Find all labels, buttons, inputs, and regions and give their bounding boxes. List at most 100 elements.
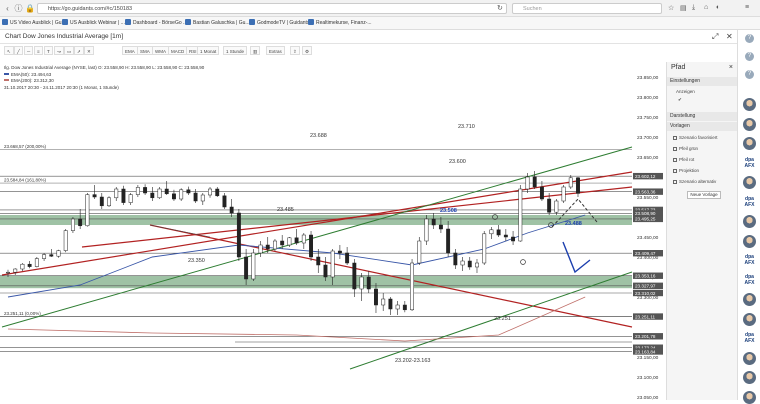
path-tool-button[interactable]: ↝ [54, 46, 64, 55]
url-input[interactable]: https://go.guidants.com/#c/150183 [37, 3, 507, 14]
settings-icon[interactable]: ⚙ [302, 46, 313, 55]
candle-body [215, 188, 220, 197]
bookmark-item[interactable]: GodmodeTV | Guidants [249, 19, 309, 28]
candle-body [49, 254, 54, 257]
templates-section[interactable]: Vorlagen [667, 122, 737, 131]
dpa-news-icon[interactable]: dpa AFX [742, 332, 757, 345]
candle-body [42, 254, 47, 259]
price-level-label: 23.163,84 [635, 349, 656, 354]
dpa-news-icon[interactable]: dpa AFX [742, 254, 757, 267]
chart-type-button[interactable]: ▥ [250, 46, 261, 55]
template-item[interactable]: Szenario alternativ [673, 178, 716, 186]
price-level-label: 23.327,97 [635, 284, 656, 289]
line-tool-button[interactable]: ╱ [14, 46, 23, 55]
bookmark-favicon-icon [62, 19, 68, 25]
settings-section[interactable]: Einstellungen [667, 77, 737, 86]
display-label: Anzeigen [676, 89, 695, 94]
delete-tool-button[interactable]: ✕ [84, 46, 94, 55]
candle-body [503, 234, 508, 238]
annotation-label: 23.508 [440, 208, 457, 214]
fibonacci-tool-button[interactable]: ≡ [34, 46, 43, 55]
help-icon[interactable]: ? [745, 34, 754, 43]
author-avatar[interactable] [743, 312, 756, 326]
bookmark-item[interactable]: US Ausblick Webinar | ... [62, 19, 125, 28]
author-avatar[interactable] [743, 293, 756, 306]
annotation-label: 23.688 [310, 133, 327, 139]
candle-body [417, 240, 422, 264]
bookmark-favicon-icon [249, 19, 255, 25]
template-item[interactable]: Szenario favorisiert [673, 134, 718, 142]
candle-body [244, 256, 249, 280]
star-icon[interactable]: ☆ [668, 4, 674, 12]
interval-select[interactable]: 1 Stunde [223, 46, 248, 55]
new-template-button[interactable]: Neue Vorlage [687, 191, 721, 199]
info-icon[interactable]: ⓘ [14, 4, 23, 13]
bookmark-item[interactable]: US Video Ausblick | Gu... [2, 19, 66, 28]
bookmark-item[interactable]: Dashboard - BörseGo ... [125, 19, 187, 28]
period-select[interactable]: 1 Monat [197, 46, 220, 55]
price-tick-label: 23.750,00 [637, 115, 659, 121]
help-icon[interactable]: ? [745, 70, 754, 79]
candle-body [316, 256, 321, 266]
library-icon[interactable]: ▤ [680, 4, 687, 12]
chart-canvas[interactable]: 23.668,57 (200,00%) 23.584,84 (161,80%) 23… [0, 57, 666, 400]
macd-button[interactable]: MACD [168, 46, 188, 55]
candle-body [482, 233, 487, 264]
dpa-news-icon[interactable]: dpa AFX [742, 157, 757, 170]
author-avatar[interactable] [743, 98, 756, 111]
menu-icon[interactable]: ≡ [745, 4, 749, 11]
close-icon[interactable]: ✕ [726, 32, 733, 41]
help-icon[interactable]: ? [745, 52, 754, 61]
candle-body [114, 188, 119, 199]
price-chart[interactable]: 23.668,57 (200,00%) 23.584,84 (161,80%) 23… [0, 57, 666, 400]
reload-icon[interactable]: ↻ [497, 4, 503, 12]
author-avatar[interactable] [743, 371, 756, 384]
dpa-news-icon[interactable]: dpa AFX [742, 196, 757, 209]
dpa-news-icon[interactable]: dpa AFX [742, 274, 757, 287]
chart-title: Chart Dow Jones Industrial Average [1m] [5, 33, 124, 40]
expand-icon[interactable]: ⤢ [712, 32, 718, 42]
download-icon[interactable]: ⤓ [692, 4, 695, 12]
panel-close-icon[interactable]: × [729, 64, 733, 71]
home-icon[interactable]: ⌂ [704, 4, 708, 11]
author-avatar[interactable] [743, 234, 756, 248]
candle-body [511, 236, 516, 242]
bookmark-favicon-icon [125, 19, 131, 25]
author-avatar[interactable] [743, 351, 756, 365]
author-avatar[interactable] [743, 390, 756, 404]
bookmark-item[interactable]: Realtimekurse, Finanz-... [308, 19, 372, 28]
author-avatar[interactable] [743, 117, 756, 131]
back-icon[interactable]: ‹ [3, 4, 12, 13]
extension-icon[interactable]: ◐ [716, 4, 720, 11]
candle-body [518, 188, 523, 242]
ema200-swatch [4, 79, 9, 81]
candle-body [446, 228, 451, 254]
ema-button[interactable]: EMA [122, 46, 138, 55]
candle-body [337, 250, 342, 254]
template-item[interactable]: Pfeil rot [673, 156, 694, 164]
wma-button[interactable]: WMA [152, 46, 169, 55]
search-input[interactable]: Suchen [512, 3, 662, 14]
text-tool-button[interactable]: T [44, 46, 53, 55]
sma-button[interactable]: SMA [137, 46, 153, 55]
arrow-tool-button[interactable]: ➚ [74, 46, 84, 55]
template-item[interactable]: Projektion [673, 167, 699, 175]
cursor-tool-button[interactable]: ↖ [4, 46, 14, 55]
extras-select[interactable]: Extras [266, 46, 285, 55]
horizontal-line-tool-button[interactable]: ─ [24, 46, 34, 55]
scenario-path-blue [562, 241, 591, 274]
share-icon[interactable]: ⇪ [290, 46, 300, 55]
author-avatar[interactable] [743, 137, 756, 150]
projection-icon [673, 168, 677, 173]
price-level-label: 23.563,36 [635, 189, 656, 194]
rectangle-tool-button[interactable]: ▭ [64, 46, 75, 55]
template-item[interactable]: Pfeil grün [673, 145, 698, 153]
candle-body [107, 197, 111, 207]
display-checkbox[interactable]: ✔ [678, 96, 682, 104]
fib-level-label: 23.668,57 (200,00%) [4, 144, 47, 149]
author-avatar[interactable] [743, 215, 756, 228]
candle-body [135, 187, 140, 195]
appearance-section[interactable]: Darstellung [667, 112, 737, 121]
bookmark-item[interactable]: Bastian Galuschka | Gu... [185, 19, 250, 28]
author-avatar[interactable] [743, 176, 756, 189]
